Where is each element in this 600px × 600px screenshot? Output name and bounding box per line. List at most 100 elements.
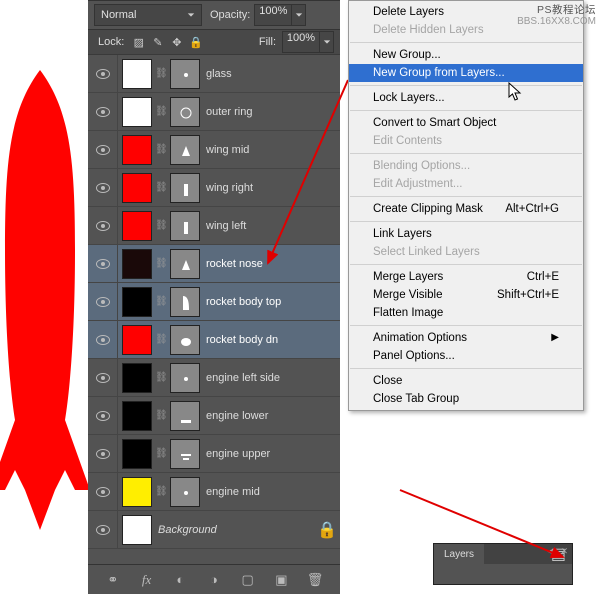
lock-pixels-icon[interactable]: ✎: [149, 34, 166, 51]
mask-link-icon[interactable]: ⛓: [155, 106, 167, 117]
menu-item[interactable]: Flatten Image: [349, 304, 583, 322]
layer-thumbnail[interactable]: [122, 515, 152, 545]
link-layers-icon[interactable]: ⚭: [103, 570, 123, 590]
lock-all-icon[interactable]: 🔒: [187, 34, 204, 51]
layer-row-background[interactable]: Background🔒: [88, 511, 340, 549]
menu-item[interactable]: Merge VisibleShift+Ctrl+E: [349, 286, 583, 304]
visibility-toggle[interactable]: [88, 169, 118, 206]
layer-row[interactable]: ⛓ engine upper: [88, 435, 340, 473]
mask-thumbnail[interactable]: [170, 439, 200, 469]
menu-separator: [350, 264, 582, 265]
menu-item[interactable]: Link Layers: [349, 225, 583, 243]
mask-link-icon[interactable]: ⛓: [155, 182, 167, 193]
lock-transparency-icon[interactable]: ▨: [130, 34, 147, 51]
menu-item[interactable]: Convert to Smart Object: [349, 114, 583, 132]
layer-thumbnail[interactable]: [122, 439, 152, 469]
menu-item[interactable]: Create Clipping MaskAlt+Ctrl+G: [349, 200, 583, 218]
layer-row[interactable]: ⛓ rocket body top: [88, 283, 340, 321]
layer-thumbnail[interactable]: [122, 97, 152, 127]
new-group-icon[interactable]: ▢: [238, 570, 258, 590]
layer-name-label[interactable]: engine mid: [200, 486, 340, 498]
adjustment-layer-icon[interactable]: ◑: [204, 570, 224, 590]
mask-thumbnail[interactable]: [170, 287, 200, 317]
visibility-toggle[interactable]: [88, 207, 118, 244]
mask-link-icon[interactable]: ⛓: [155, 144, 167, 155]
blend-mode-select[interactable]: Normal: [94, 4, 202, 26]
menu-item[interactable]: Close: [349, 372, 583, 390]
layer-row[interactable]: ⛓ rocket body dn: [88, 321, 340, 359]
visibility-toggle[interactable]: [88, 321, 118, 358]
visibility-toggle[interactable]: [88, 93, 118, 130]
visibility-toggle[interactable]: [88, 245, 118, 282]
mask-link-icon[interactable]: ⛓: [155, 448, 167, 459]
layer-thumbnail[interactable]: [122, 477, 152, 507]
eye-icon: [96, 145, 110, 155]
menu-item[interactable]: New Group...: [349, 46, 583, 64]
menu-item-label: Create Clipping Mask: [373, 203, 483, 215]
lock-position-icon[interactable]: ✥: [168, 34, 185, 51]
menu-item[interactable]: Merge LayersCtrl+E: [349, 268, 583, 286]
cursor-icon: [508, 82, 524, 102]
layer-thumbnail[interactable]: [122, 325, 152, 355]
layer-name-label[interactable]: rocket body dn: [200, 334, 340, 346]
mask-link-icon[interactable]: ⛓: [155, 372, 167, 383]
delete-layer-icon[interactable]: 🗑: [305, 570, 325, 590]
mask-thumbnail[interactable]: [170, 173, 200, 203]
menu-separator: [350, 153, 582, 154]
layer-row[interactable]: ⛓ engine mid: [88, 473, 340, 511]
mask-link-icon[interactable]: ⛓: [155, 68, 167, 79]
opacity-input[interactable]: 100%: [254, 4, 292, 26]
mask-thumbnail[interactable]: [170, 325, 200, 355]
mask-thumbnail[interactable]: [170, 363, 200, 393]
new-layer-icon[interactable]: ▣: [271, 570, 291, 590]
visibility-toggle[interactable]: [88, 511, 118, 548]
layer-thumbnail[interactable]: [122, 287, 152, 317]
layer-thumbnail[interactable]: [122, 135, 152, 165]
mask-link-icon[interactable]: ⛓: [155, 296, 167, 307]
layer-thumbnail[interactable]: [122, 249, 152, 279]
visibility-toggle[interactable]: [88, 131, 118, 168]
layer-name-label[interactable]: engine left side: [200, 372, 340, 384]
visibility-toggle[interactable]: [88, 397, 118, 434]
fill-dropdown[interactable]: [320, 31, 334, 53]
layer-thumbnail[interactable]: [122, 401, 152, 431]
menu-item[interactable]: New Group from Layers...: [349, 64, 583, 82]
mask-link-icon[interactable]: ⛓: [155, 486, 167, 497]
layer-style-icon[interactable]: fx: [137, 570, 157, 590]
shortcut-label: Shift+Ctrl+E: [497, 289, 559, 301]
mask-link-icon[interactable]: ⛓: [155, 220, 167, 231]
layer-thumbnail[interactable]: [122, 59, 152, 89]
layer-thumbnail[interactable]: [122, 173, 152, 203]
menu-item[interactable]: Panel Options...: [349, 347, 583, 365]
layer-name-label[interactable]: Background: [152, 524, 320, 536]
layer-row[interactable]: ⛓ engine lower: [88, 397, 340, 435]
fill-input[interactable]: 100%: [282, 31, 320, 53]
mask-thumbnail[interactable]: [170, 135, 200, 165]
mask-thumbnail[interactable]: [170, 249, 200, 279]
red-arrow-1: [263, 75, 353, 270]
visibility-toggle[interactable]: [88, 283, 118, 320]
menu-item[interactable]: Close Tab Group: [349, 390, 583, 408]
mask-thumbnail[interactable]: [170, 97, 200, 127]
menu-item[interactable]: Animation Options▶: [349, 329, 583, 347]
layer-mask-icon[interactable]: ◐: [170, 570, 190, 590]
layer-row[interactable]: ⛓ engine left side: [88, 359, 340, 397]
mask-link-icon[interactable]: ⛓: [155, 410, 167, 421]
visibility-toggle[interactable]: [88, 473, 118, 510]
mask-thumbnail[interactable]: [170, 211, 200, 241]
layer-name-label[interactable]: engine upper: [200, 448, 340, 460]
mask-link-icon[interactable]: ⛓: [155, 258, 167, 269]
mask-thumbnail[interactable]: [170, 477, 200, 507]
visibility-toggle[interactable]: [88, 359, 118, 396]
layer-thumbnail[interactable]: [122, 363, 152, 393]
mask-link-icon[interactable]: ⛓: [155, 334, 167, 345]
opacity-dropdown[interactable]: [292, 4, 306, 26]
menu-item[interactable]: Lock Layers...: [349, 89, 583, 107]
layer-name-label[interactable]: engine lower: [200, 410, 340, 422]
visibility-toggle[interactable]: [88, 435, 118, 472]
mask-thumbnail[interactable]: [170, 59, 200, 89]
mask-thumbnail[interactable]: [170, 401, 200, 431]
visibility-toggle[interactable]: [88, 55, 118, 92]
layer-name-label[interactable]: rocket body top: [200, 296, 340, 308]
layer-thumbnail[interactable]: [122, 211, 152, 241]
